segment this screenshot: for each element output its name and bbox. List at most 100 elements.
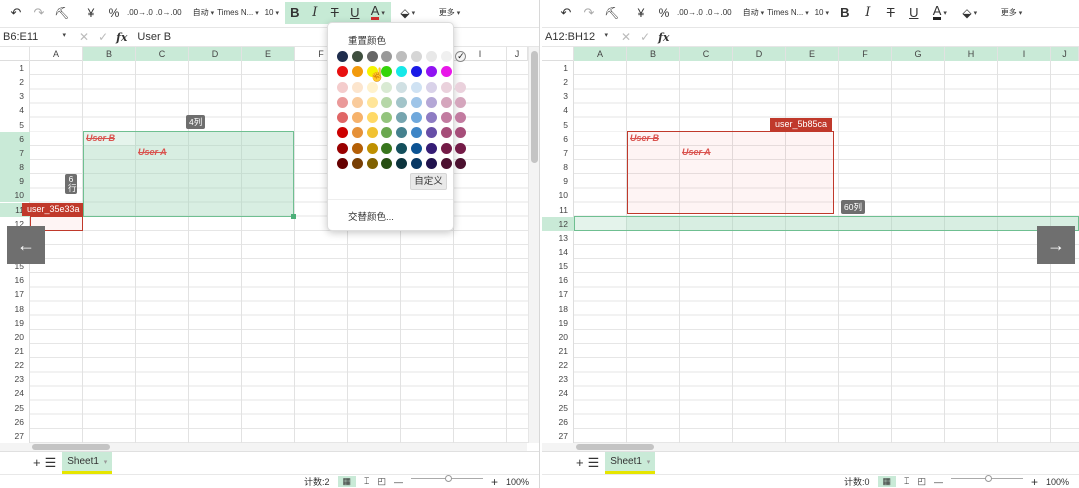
row-header[interactable]: 10 [542,188,574,202]
color-swatch[interactable] [351,96,363,108]
color-swatch[interactable] [455,96,467,108]
color-swatch[interactable] [337,96,348,108]
color-swatch[interactable] [410,96,422,108]
color-swatch[interactable] [381,51,393,62]
page-break-view-icon[interactable]: ⌶ [904,476,909,487]
zoom-out-icon[interactable]: — [934,477,943,487]
color-swatch[interactable] [425,66,437,78]
color-swatch[interactable] [351,112,363,124]
fill-handle[interactable] [291,214,296,219]
row-header[interactable]: 15 [542,259,574,273]
format-painter-icon[interactable]: ⛏ [602,2,622,24]
zoom-in-icon[interactable]: + [491,475,498,488]
color-swatch[interactable] [455,142,467,154]
row-header[interactable]: 12 [542,216,574,231]
color-swatch[interactable] [366,51,378,62]
row-header[interactable]: 26 [542,415,574,429]
column-header-a[interactable]: A [30,47,83,61]
bold-button[interactable]: B [835,2,855,24]
color-swatch[interactable] [351,142,363,154]
color-swatch[interactable] [410,158,422,170]
column-header-d[interactable]: D [189,47,242,61]
color-swatch[interactable] [440,81,452,93]
row-header[interactable]: 20 [542,330,574,344]
decrease-decimal-button[interactable]: .0→.00 [706,2,732,24]
color-swatch[interactable] [396,51,408,62]
number-format-select[interactable]: 自动 ▾ [193,2,215,24]
row-header[interactable]: 22 [542,358,574,372]
row-header[interactable]: 14 [542,245,574,259]
row-header[interactable]: 18 [542,302,574,316]
color-swatch[interactable] [337,127,348,139]
color-swatch[interactable] [410,66,422,78]
color-swatch[interactable] [455,81,467,93]
color-swatch[interactable] [351,127,363,139]
sheet-tab[interactable]: Sheet1 ▾ [605,451,656,474]
column-header-j[interactable]: J [507,47,528,61]
font-name-select[interactable]: Times N... ▾ [217,2,259,24]
row-header[interactable]: 1 [542,61,574,75]
row-header[interactable]: 20 [0,330,30,344]
column-header-f[interactable]: F [839,47,892,61]
row-header[interactable]: 27 [542,429,574,443]
color-swatch[interactable] [440,127,452,139]
color-swatch[interactable] [396,127,408,139]
add-sheet-icon[interactable]: + [576,455,584,470]
zoom-slider-knob[interactable] [444,475,452,482]
row-header[interactable]: 21 [0,344,30,358]
zoom-slider[interactable] [950,475,1023,482]
color-swatch[interactable] [396,81,408,93]
zoom-in-icon[interactable]: + [1031,475,1038,488]
color-swatch[interactable] [381,112,393,124]
color-swatch[interactable] [381,127,393,139]
column-header-e[interactable]: E [242,47,295,61]
column-header-b[interactable]: B [627,47,680,61]
strikethrough-button[interactable]: T [324,1,345,24]
increase-decimal-button[interactable]: .00→.0 [677,2,703,24]
color-swatch[interactable] [425,81,437,93]
row-header[interactable]: 13 [542,231,574,245]
color-swatch[interactable] [455,158,467,170]
font-size-select[interactable]: 10 ▾ [262,2,282,24]
row-header[interactable]: 7 [542,146,574,160]
underline-button[interactable]: U [344,1,365,24]
row-header[interactable]: 27 [0,429,30,443]
row-header[interactable]: 9 [0,174,30,189]
color-swatch[interactable] [366,96,378,108]
color-swatch[interactable] [366,127,378,139]
reset-color-option[interactable]: 重置颜色 [348,33,386,47]
more-button[interactable]: 更多 ▾ [439,2,461,24]
color-swatch[interactable] [410,51,422,62]
row-header[interactable]: 26 [0,415,30,429]
color-swatch[interactable] [396,96,408,108]
color-swatch[interactable] [410,127,422,139]
color-swatch[interactable] [410,142,422,154]
fill-color-button[interactable]: ⬙ ▾ [960,2,980,24]
color-swatch[interactable] [337,142,348,154]
row-header[interactable]: 23 [542,372,574,386]
row-header[interactable]: 10 [0,188,30,203]
color-swatch[interactable] [425,127,437,139]
redo-icon[interactable]: ↷ [579,2,599,24]
color-swatch[interactable] [425,112,437,124]
color-swatch[interactable] [366,112,378,124]
column-header-j[interactable]: J [1051,47,1079,61]
decrease-decimal-button[interactable]: .0→.00 [156,2,182,24]
color-swatch[interactable] [425,158,437,170]
undo-icon[interactable]: ↶ [6,2,26,24]
color-swatch[interactable] [381,142,393,154]
row-header[interactable]: 8 [542,160,574,174]
currency-button[interactable]: ¥ [81,2,101,24]
zoom-out-icon[interactable]: — [394,477,403,487]
add-sheet-icon[interactable]: + [33,455,41,470]
italic-button[interactable]: I [304,1,325,24]
arrow-right-icon[interactable]: → [1037,226,1075,264]
sheet-list-icon[interactable]: ☰ [588,455,600,471]
row-header[interactable]: 24 [542,386,574,400]
corner-cell[interactable] [542,47,574,61]
alternate-colors-option[interactable]: 交替颜色... [348,209,394,223]
scrollbar-thumb[interactable] [576,444,654,450]
horizontal-scrollbar[interactable] [0,443,527,451]
row-header[interactable]: 19 [542,316,574,330]
more-button[interactable]: 更多 ▾ [1001,2,1023,24]
